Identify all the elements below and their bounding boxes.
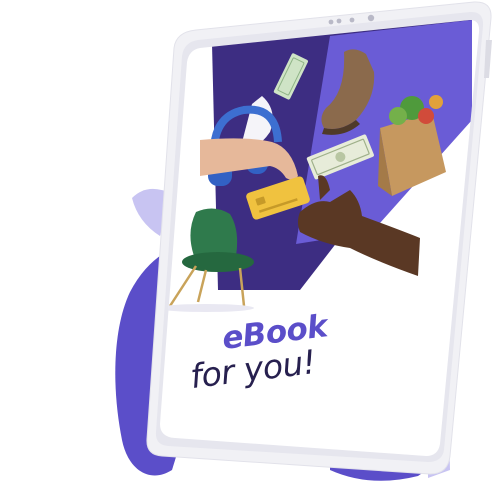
illustration-canvas	[115, 1, 492, 481]
ebook-promo-illustration: eBook for you!	[0, 0, 495, 495]
tablet-screen	[160, 20, 480, 456]
